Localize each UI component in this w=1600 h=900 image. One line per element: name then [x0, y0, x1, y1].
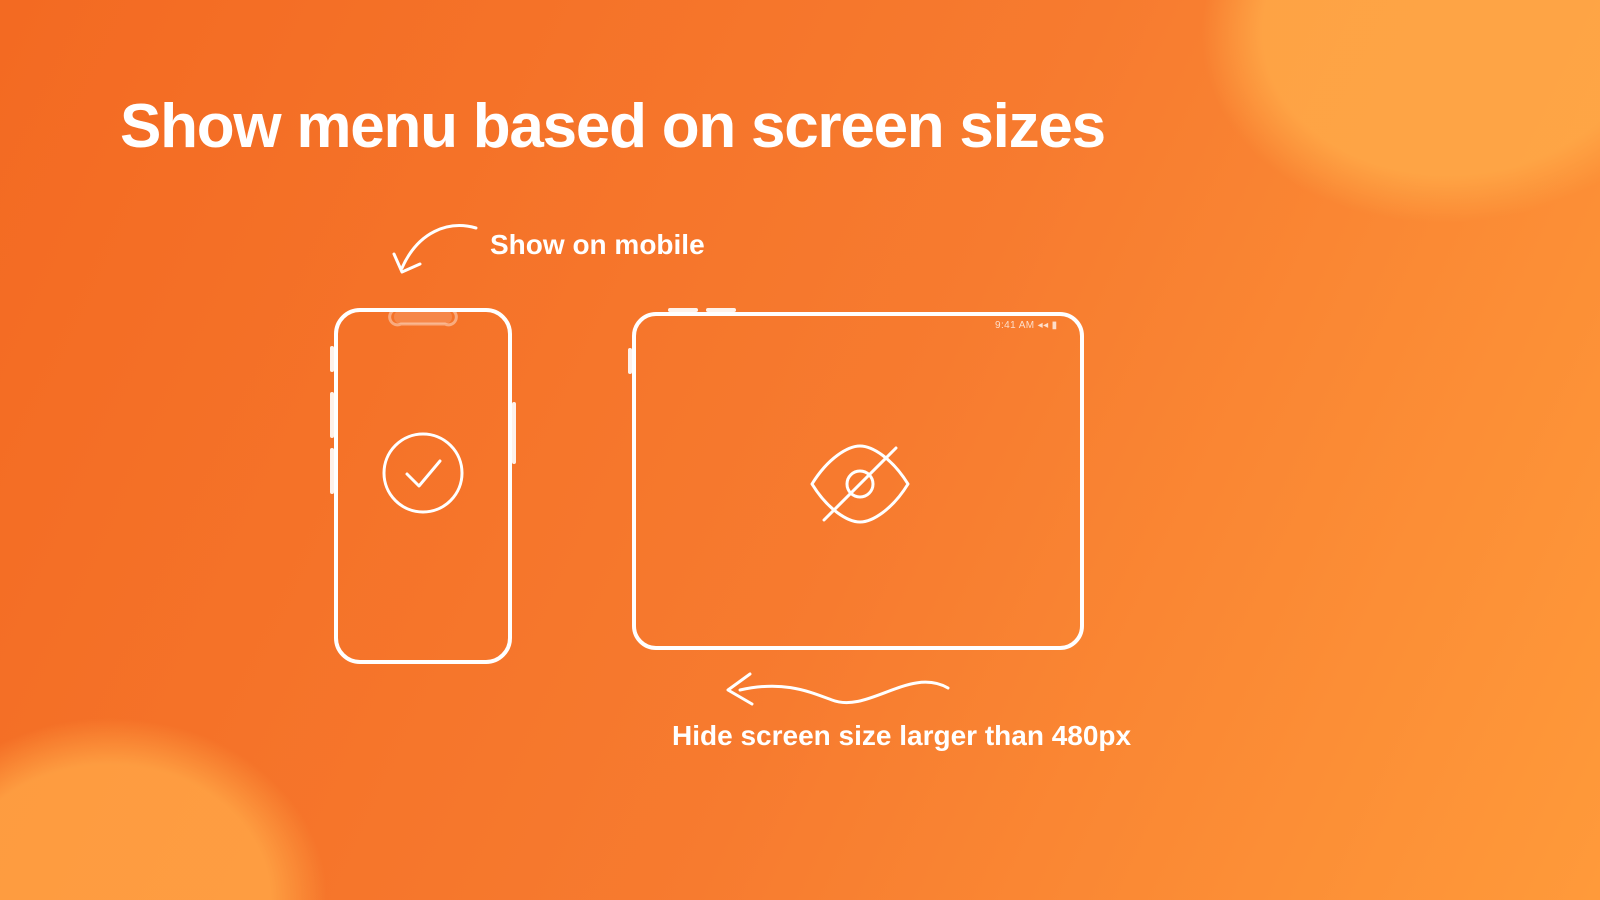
- eye-off-icon: [806, 440, 914, 528]
- check-circle-icon: [380, 430, 466, 516]
- diagram-canvas: Show menu based on screen sizes Show on …: [0, 0, 1600, 900]
- page-title: Show menu based on screen sizes: [120, 96, 1105, 158]
- tablet-annotation-label: Hide screen size larger than 480px: [672, 720, 1131, 752]
- decorative-blob: [1065, 0, 1600, 347]
- arrow-to-phone-icon: [388, 210, 498, 320]
- decorative-blob: [0, 640, 420, 900]
- mobile-annotation-label: Show on mobile: [490, 229, 705, 261]
- tablet-status-bar: 9:41 AM ◂◂ ▮: [995, 320, 1058, 331]
